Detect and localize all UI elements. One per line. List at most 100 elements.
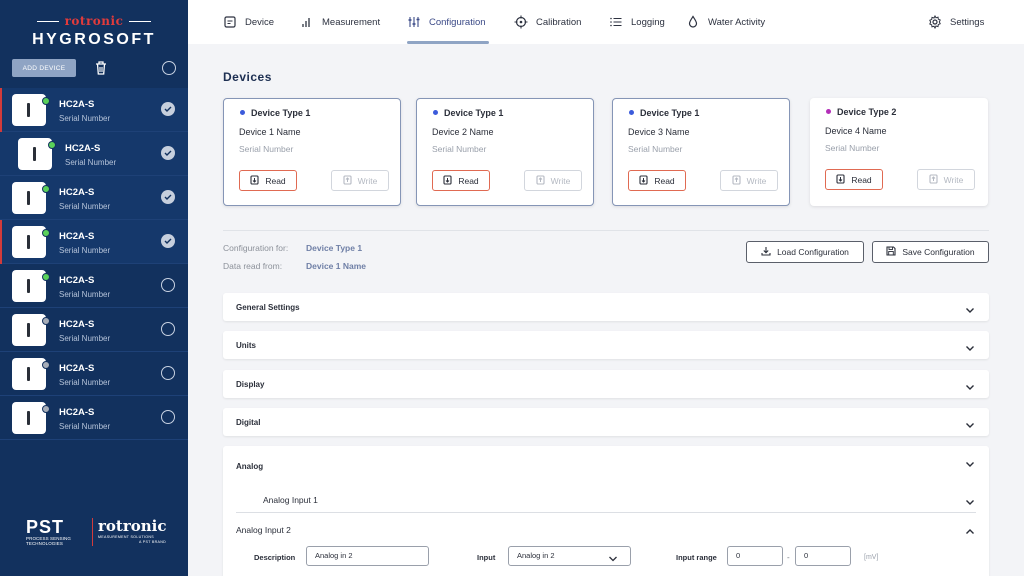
device-list-item[interactable]: HC2A-S Serial Number [0, 220, 188, 264]
device-list-item[interactable]: HC2A-S Serial Number [0, 264, 188, 308]
check-icon[interactable] [161, 102, 175, 116]
check-icon[interactable] [161, 190, 175, 204]
input-select-value: Analog in 2 [517, 551, 555, 560]
device-type: Device Type 2 [826, 107, 896, 117]
device-radio[interactable] [161, 278, 175, 292]
write-button[interactable]: Write [720, 170, 778, 191]
pst-logo-sub: TECHNOLOGIES [26, 541, 63, 546]
device-list-item[interactable]: HC2A-S Serial Number [0, 308, 188, 352]
input-select[interactable]: Analog in 2 [508, 546, 631, 566]
tab-measurement-label: Measurement [322, 16, 381, 28]
section-divider [223, 230, 989, 231]
sidebar-toolbar: ADD DEVICE [12, 58, 178, 80]
tab-measurement[interactable]: Measurement [300, 0, 380, 44]
tab-logging[interactable]: Logging [609, 0, 665, 44]
tab-water-activity[interactable]: Water Activity [686, 0, 765, 44]
tab-calibration[interactable]: Calibration [514, 0, 581, 44]
device-list-item[interactable]: HC2A-S Serial Number [0, 352, 188, 396]
description-input[interactable]: Analog in 2 [306, 546, 429, 566]
status-dot [42, 273, 50, 281]
devices-section-title: Devices [223, 70, 272, 84]
range-separator: - [787, 553, 790, 562]
accordion-units[interactable]: Units [223, 331, 989, 359]
accordion-display[interactable]: Display [223, 370, 989, 398]
check-icon[interactable] [161, 146, 175, 160]
device-serial: Serial Number [59, 378, 111, 387]
write-button[interactable]: Write [331, 170, 389, 191]
device-radio[interactable] [161, 322, 175, 336]
device-card[interactable]: Device Type 1 Device 1 Name Serial Numbe… [223, 98, 401, 206]
data-read-from-value: Device 1 Name [306, 261, 367, 271]
calibration-icon [514, 15, 528, 29]
write-button[interactable]: Write [524, 170, 582, 191]
analog-input-2-title[interactable]: Analog Input 2 [236, 525, 291, 535]
accordion-digital[interactable]: Digital [223, 408, 989, 436]
water-drop-icon [686, 15, 700, 29]
gear-icon [928, 14, 942, 30]
device-name: HC2A-S [59, 407, 95, 418]
input-range-min[interactable]: 0 [727, 546, 783, 566]
chevron-down-icon [965, 340, 975, 351]
write-icon [732, 174, 741, 187]
status-dot [42, 97, 50, 105]
top-navigation: Device Measurement Configuration Calibra… [188, 0, 1024, 44]
read-icon [639, 174, 648, 187]
add-device-button[interactable]: ADD DEVICE [12, 59, 76, 77]
analog-input-1-title[interactable]: Analog Input 1 [263, 495, 318, 505]
select-all-radio[interactable] [162, 61, 176, 75]
read-label: Read [458, 175, 479, 186]
settings-button[interactable]: Settings [928, 0, 984, 44]
device-card[interactable]: Device Type 1 Device 2 Name Serial Numbe… [416, 98, 594, 206]
status-dot [42, 317, 50, 325]
device-thumbnail [12, 182, 50, 214]
chevron-up-icon[interactable] [965, 524, 975, 534]
read-icon [836, 173, 845, 186]
tab-device[interactable]: Device [223, 0, 274, 44]
device-card-serial: Serial Number [239, 144, 294, 154]
device-list-item[interactable]: HC2A-S Serial Number [0, 176, 188, 220]
device-serial: Serial Number [59, 422, 111, 431]
chevron-down-icon[interactable] [965, 456, 975, 467]
read-button[interactable]: Read [239, 170, 297, 191]
tab-logging-label: Logging [631, 16, 665, 28]
save-configuration-button[interactable]: Save Configuration [872, 241, 989, 263]
accordion-general-settings[interactable]: General Settings [223, 293, 989, 321]
device-list-item[interactable]: HC2A-S Serial Number [0, 88, 188, 132]
accordion-title: Digital [236, 418, 261, 427]
device-card[interactable]: Device Type 1 Device 3 Name Serial Numbe… [612, 98, 790, 206]
check-icon[interactable] [161, 234, 175, 248]
rotronic-logo: rotronic MEASUREMENT SOLUTIONS A PST BRA… [98, 518, 168, 545]
tab-configuration-label: Configuration [429, 16, 486, 28]
device-radio[interactable] [161, 410, 175, 424]
device-name: HC2A-S [59, 231, 95, 242]
rotronic-logo-text: rotronic [98, 517, 167, 535]
load-configuration-button[interactable]: Load Configuration [746, 241, 864, 263]
accordion-analog-title[interactable]: Analog [236, 462, 263, 471]
read-button[interactable]: Read [432, 170, 490, 191]
brand-rotronic: rotronic [0, 14, 188, 28]
write-icon [343, 174, 352, 187]
status-dot [48, 141, 56, 149]
device-serial: Serial Number [65, 158, 117, 167]
write-button[interactable]: Write [917, 169, 975, 190]
logging-icon [609, 15, 623, 29]
device-radio[interactable] [161, 366, 175, 380]
device-card[interactable]: Device Type 2 Device 4 Name Serial Numbe… [810, 98, 988, 206]
input-range-label: Input range [676, 553, 717, 562]
read-button[interactable]: Read [628, 170, 686, 191]
chevron-down-icon[interactable] [965, 494, 975, 505]
device-card-name: Device 3 Name [628, 127, 690, 137]
device-type: Device Type 1 [240, 108, 310, 118]
device-card-name: Device 2 Name [432, 127, 494, 137]
trash-icon[interactable] [94, 60, 108, 76]
chevron-down-icon [608, 552, 618, 570]
input-range-max[interactable]: 0 [795, 546, 851, 566]
write-label: Write [943, 174, 964, 185]
device-serial: Serial Number [59, 290, 111, 299]
device-list-item[interactable]: HC2A-S Serial Number [0, 396, 188, 440]
read-button[interactable]: Read [825, 169, 883, 190]
device-card-serial: Serial Number [432, 144, 487, 154]
tab-calibration-label: Calibration [536, 16, 582, 28]
tab-configuration[interactable]: Configuration [407, 0, 486, 44]
device-list-item[interactable]: HC2A-S Serial Number [0, 132, 188, 176]
